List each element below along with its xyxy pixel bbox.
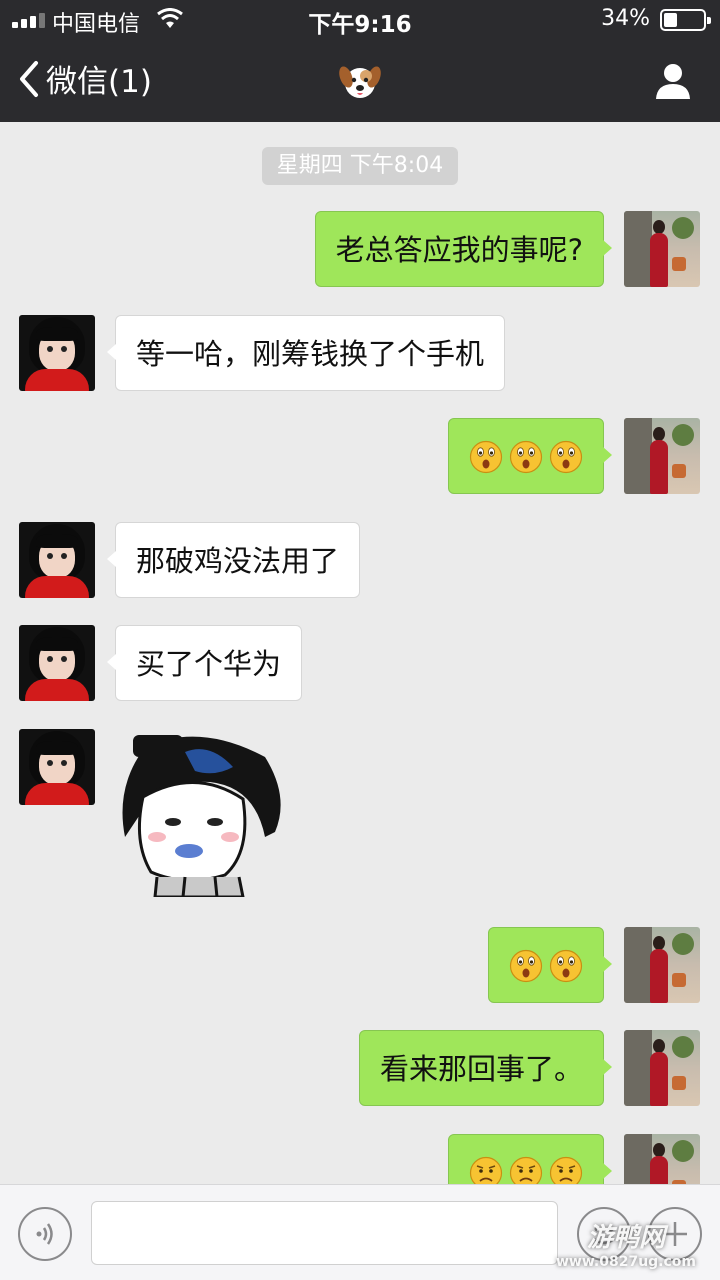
surprised-face-emoji-icon bbox=[549, 440, 583, 474]
message-bubble-sent[interactable]: 看来那回事了。 bbox=[358, 1030, 613, 1106]
person-icon[interactable] bbox=[654, 62, 692, 100]
chat-area[interactable]: 星期四 下午8:04 老总答应我的事呢? 等一哈，刚筹钱换了个手机 那破鸡没法用… bbox=[0, 122, 720, 1184]
frowning-face-emoji-icon bbox=[469, 1156, 503, 1184]
message-input[interactable] bbox=[91, 1201, 558, 1265]
contact-avatar[interactable] bbox=[19, 625, 95, 701]
chat-timestamp: 星期四 下午8:04 bbox=[262, 147, 458, 185]
input-bar: 游鸭网 www.0827ug.com bbox=[0, 1184, 720, 1280]
voice-button[interactable] bbox=[18, 1207, 72, 1261]
message-bubble-sent[interactable]: 老总答应我的事呢? bbox=[314, 211, 613, 287]
message-bubble-received[interactable]: 那破鸡没法用了 bbox=[106, 522, 361, 598]
battery-icon bbox=[660, 9, 711, 31]
contact-avatar[interactable] bbox=[19, 315, 95, 391]
chevron-left-icon bbox=[20, 60, 38, 97]
voice-icon bbox=[36, 1223, 53, 1245]
meme-face-sticker[interactable] bbox=[115, 727, 285, 897]
emoji-button[interactable] bbox=[577, 1207, 631, 1261]
contact-avatar[interactable] bbox=[19, 522, 95, 598]
back-button[interactable]: 微信(1) bbox=[16, 56, 152, 101]
message-bubble-received[interactable]: 等一哈，刚筹钱换了个手机 bbox=[106, 315, 506, 391]
message-bubble-sent[interactable] bbox=[448, 1134, 612, 1184]
frowning-face-emoji-icon bbox=[549, 1156, 583, 1184]
surprised-face-emoji-icon bbox=[549, 949, 583, 983]
my-avatar[interactable] bbox=[624, 927, 700, 1003]
status-bar: 中国电信 下午9:16 34% bbox=[0, 0, 720, 40]
my-avatar[interactable] bbox=[624, 1134, 700, 1184]
frowning-face-emoji-icon bbox=[509, 1156, 543, 1184]
battery-percent: 34% bbox=[601, 6, 650, 31]
surprised-face-emoji-icon bbox=[469, 440, 503, 474]
my-avatar[interactable] bbox=[624, 418, 700, 494]
contact-avatar[interactable] bbox=[19, 729, 95, 805]
message-bubble-received[interactable]: 买了个华为 bbox=[106, 625, 303, 701]
nav-bar: 微信(1) bbox=[0, 40, 720, 122]
more-button[interactable] bbox=[648, 1207, 702, 1261]
my-avatar[interactable] bbox=[624, 211, 700, 287]
top-bar: 中国电信 下午9:16 34% 微信(1) bbox=[0, 0, 720, 122]
message-bubble-sent[interactable] bbox=[488, 927, 612, 1003]
surprised-face-emoji-icon bbox=[509, 440, 543, 474]
smiley-icon bbox=[593, 1226, 615, 1245]
dog-face-emoji-icon bbox=[339, 66, 381, 98]
surprised-face-emoji-icon bbox=[509, 949, 543, 983]
message-bubble-sent[interactable] bbox=[448, 418, 612, 494]
plus-icon bbox=[663, 1222, 687, 1246]
my-avatar[interactable] bbox=[624, 1030, 700, 1106]
back-label: 微信(1) bbox=[46, 64, 152, 100]
